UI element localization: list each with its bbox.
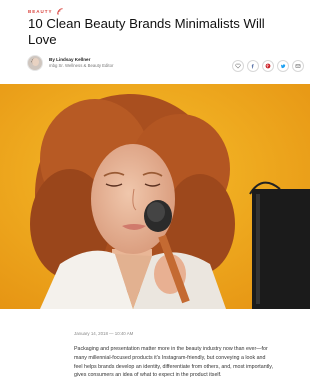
twitter-icon bbox=[280, 64, 286, 69]
category-label[interactable]: BEAUTY bbox=[28, 9, 53, 14]
favorite-button[interactable] bbox=[232, 60, 244, 72]
email-share-button[interactable] bbox=[292, 60, 304, 72]
article-title: 10 Clean Beauty Brands Minimalists Will … bbox=[28, 16, 265, 47]
pinterest-share-button[interactable] bbox=[262, 60, 274, 72]
twitter-share-button[interactable] bbox=[277, 60, 289, 72]
share-bar bbox=[232, 60, 304, 72]
author-role: mbg Sr. Wellness & Beauty Editor bbox=[49, 63, 114, 68]
signal-icon bbox=[56, 8, 63, 15]
hero-image bbox=[0, 84, 310, 309]
author-avatar[interactable] bbox=[27, 55, 43, 71]
article-date: January 14, 2018 — 10:40 AM bbox=[74, 331, 134, 336]
article-body: Packaging and presentation matter more i… bbox=[74, 346, 274, 379]
heart-icon bbox=[235, 63, 241, 69]
facebook-icon bbox=[251, 64, 254, 69]
facebook-share-button[interactable] bbox=[247, 60, 259, 72]
email-icon bbox=[295, 64, 301, 68]
category-tag[interactable]: BEAUTY bbox=[28, 8, 64, 15]
pinterest-icon bbox=[265, 63, 271, 69]
hero-illustration bbox=[0, 84, 310, 309]
byline: By Lindsay Kellner mbg Sr. Wellness & Be… bbox=[27, 55, 113, 71]
